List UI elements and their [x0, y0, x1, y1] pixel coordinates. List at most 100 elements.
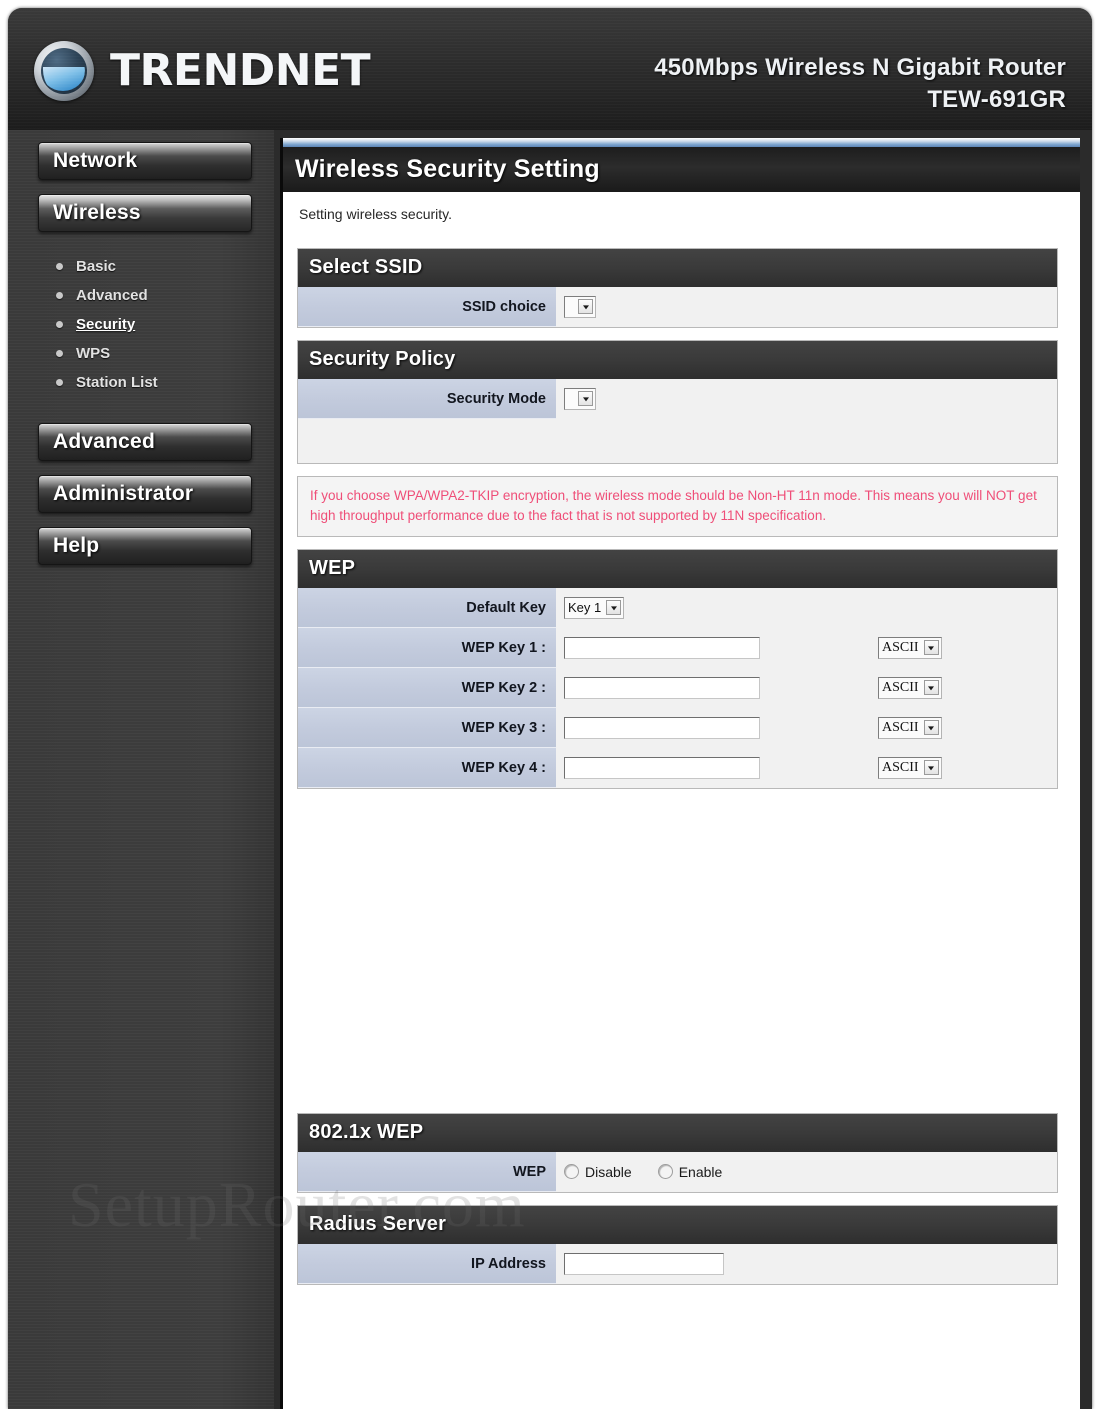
- page-subtitle: Setting wireless security.: [299, 206, 453, 222]
- radio-button-icon: [564, 1164, 579, 1180]
- sidebar-nav: Network Wireless Basic Advanced Security…: [8, 130, 274, 1409]
- radius-ip-address-label: IP Address: [298, 1244, 556, 1285]
- sidebar-subitem-security-label: Security: [76, 316, 136, 333]
- sidebar-subitem-station-list[interactable]: Station List: [38, 368, 252, 397]
- brand-wordmark: TRENDNET: [110, 45, 371, 96]
- wep-key-1-encoding-select[interactable]: ASCII: [878, 636, 942, 659]
- wep-key-1-label: WEP Key 1 :: [298, 628, 556, 669]
- model-number-label: TEW-691GR: [927, 86, 1066, 113]
- sidebar-item-network[interactable]: Network: [38, 142, 252, 180]
- product-line-label: 450Mbps Wireless N Gigabit Router: [654, 54, 1066, 81]
- security-mode-select[interactable]: [564, 387, 596, 410]
- default-key-row: Default Key Key 1: [298, 588, 1057, 629]
- wep-8021x-enable-label: Enable: [678, 1163, 723, 1180]
- wep-key-4-encoding-value: ASCII: [882, 759, 919, 775]
- wep-key-2-row: WEP Key 2 : ASCII: [298, 668, 1057, 709]
- ssid-choice-row: SSID choice: [298, 287, 1057, 327]
- wep-8021x-enable-option[interactable]: Enable: [657, 1163, 723, 1180]
- sidebar-subitem-basic[interactable]: Basic: [38, 252, 252, 281]
- sidebar-item-administrator[interactable]: Administrator: [38, 475, 252, 513]
- security-policy-spacer: [298, 419, 1057, 463]
- wep-8021x-label: WEP: [298, 1152, 556, 1193]
- content-area: Setting wireless security. Select SSID S…: [283, 192, 1080, 1409]
- sidebar-subitem-security[interactable]: Security: [38, 310, 252, 339]
- wep-key-4-row: WEP Key 4 : ASCII: [298, 748, 1057, 789]
- wep-key-2-input[interactable]: [564, 676, 760, 699]
- radius-server-section: Radius Server IP Address: [297, 1205, 1058, 1286]
- radius-ip-address-input[interactable]: [564, 1252, 724, 1275]
- default-key-label: Default Key: [298, 588, 556, 629]
- chevron-down-icon: [606, 600, 622, 616]
- chevron-down-icon: [923, 640, 939, 656]
- page-header: TRENDNET 450Mbps Wireless N Gigabit Rout…: [8, 8, 1092, 130]
- radius-ip-address-row: IP Address: [298, 1244, 1057, 1285]
- security-mode-label: Security Mode: [298, 379, 556, 419]
- chevron-down-icon: [923, 680, 939, 696]
- sidebar-item-wireless[interactable]: Wireless: [38, 194, 252, 232]
- radius-server-heading: Radius Server: [298, 1206, 1057, 1245]
- default-key-value: Key 1: [568, 600, 602, 616]
- sidebar-subitem-advanced-label: Advanced: [76, 287, 148, 304]
- bullet-icon: [56, 263, 63, 270]
- brand-logo: TRENDNET: [34, 40, 371, 102]
- product-identity: 450Mbps Wireless N Gigabit Router TEW-69…: [654, 54, 1066, 114]
- chevron-down-icon: [578, 299, 593, 314]
- chevron-down-icon: [923, 720, 939, 736]
- device-ui-frame: TRENDNET 450Mbps Wireless N Gigabit Rout…: [8, 8, 1092, 1409]
- bullet-icon: [56, 379, 63, 386]
- wep-key-2-encoding-select[interactable]: ASCII: [878, 676, 942, 699]
- wep-heading: WEP: [298, 550, 1057, 589]
- ssid-choice-label: SSID choice: [298, 287, 556, 327]
- security-mode-row: Security Mode: [298, 379, 1057, 419]
- wep-key-1-input[interactable]: [564, 636, 760, 659]
- wireless-submenu: Basic Advanced Security WPS Station List: [38, 246, 252, 407]
- wep-key-3-row: WEP Key 3 : ASCII: [298, 708, 1057, 749]
- wep-key-4-input[interactable]: [564, 756, 760, 779]
- sidebar-item-administrator-label: Administrator: [53, 482, 194, 505]
- wep-8021x-disable-label: Disable: [585, 1163, 632, 1180]
- wep-key-2-encoding-value: ASCII: [882, 679, 919, 695]
- sidebar-item-wireless-label: Wireless: [53, 201, 141, 224]
- sidebar-subitem-station-list-label: Station List: [76, 374, 158, 391]
- select-ssid-section: Select SSID SSID choice: [297, 248, 1058, 328]
- select-ssid-heading: Select SSID: [298, 249, 1057, 287]
- router-admin-screenshot: TRENDNET 450Mbps Wireless N Gigabit Rout…: [0, 0, 1100, 1409]
- page-title: Wireless Security Setting: [295, 155, 600, 183]
- radio-button-icon: [657, 1164, 673, 1180]
- wep-key-3-encoding-select[interactable]: ASCII: [878, 716, 942, 739]
- default-key-select[interactable]: Key 1: [564, 596, 625, 619]
- chevron-down-icon: [578, 391, 593, 406]
- content-spacer: [297, 801, 1058, 1114]
- sidebar-subitem-wps[interactable]: WPS: [38, 339, 252, 368]
- bullet-icon: [56, 321, 63, 328]
- sidebar-item-help[interactable]: Help: [38, 527, 252, 565]
- wep-8021x-radio-group: Disable Enable: [564, 1164, 722, 1180]
- wep-8021x-disable-option[interactable]: Disable: [564, 1164, 632, 1180]
- wep-key-1-row: WEP Key 1 : ASCII: [298, 628, 1057, 669]
- sidebar-item-advanced[interactable]: Advanced: [38, 423, 252, 461]
- sidebar-item-network-label: Network: [53, 149, 138, 172]
- wep-section: WEP Default Key Key 1 WEP Key 1: ASCII …: [297, 549, 1058, 790]
- wep-8021x-heading: 802.1x WEP: [298, 1114, 1057, 1153]
- security-policy-section: Security Policy Security Mode: [297, 340, 1058, 464]
- security-policy-heading: Security Policy: [298, 341, 1057, 379]
- wep-key-3-encoding-value: ASCII: [882, 719, 919, 735]
- wep-key-4-encoding-select[interactable]: ASCII: [878, 756, 942, 779]
- wep-key-4-label: WEP Key 4 :: [298, 748, 556, 789]
- sidebar-subitem-advanced[interactable]: Advanced: [38, 281, 252, 310]
- sidebar-item-advanced-label: Advanced: [53, 430, 155, 453]
- wep-key-1-encoding-value: ASCII: [882, 639, 919, 655]
- main-content-panel: Wireless Security Setting Setting wirele…: [280, 138, 1080, 1409]
- bullet-icon: [56, 350, 63, 357]
- trendnet-globe-icon: [34, 41, 94, 101]
- wep-key-3-input[interactable]: [564, 716, 760, 739]
- wep-8021x-row: WEP Disable Enable: [298, 1152, 1057, 1193]
- wep-key-2-label: WEP Key 2 :: [298, 668, 556, 709]
- bullet-icon: [56, 292, 63, 299]
- title-accent-bar: [283, 138, 1080, 147]
- wep-8021x-section: 802.1x WEP WEP Disable Enable: [297, 1113, 1058, 1194]
- tkip-warning-note: If you choose WPA/WPA2-TKIP encryption, …: [297, 476, 1058, 538]
- ssid-choice-select[interactable]: [564, 295, 596, 318]
- sidebar-item-help-label: Help: [53, 534, 100, 557]
- sidebar-subitem-wps-label: WPS: [76, 345, 111, 362]
